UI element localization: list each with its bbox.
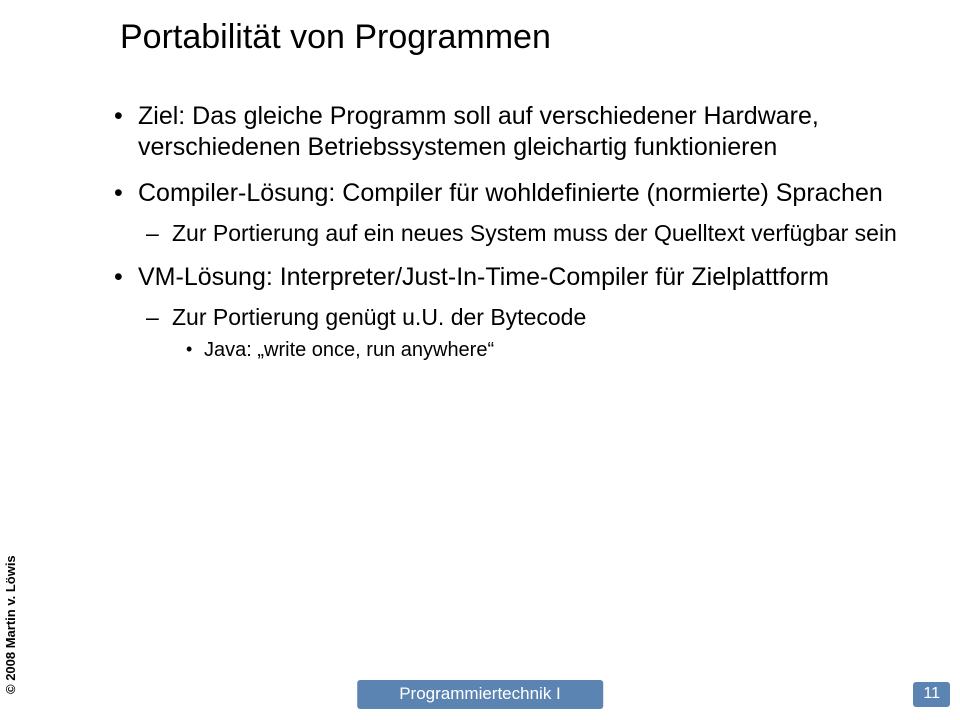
slide-title: Portabilität von Programmen [120,18,920,57]
subbullet-item: Zur Portierung genügt u.U. der Bytecode … [146,303,920,363]
footer-title: Programmiertechnik I [357,680,603,709]
copyright: © 2008 Martin v. Löwis [3,555,18,694]
slide-content: Ziel: Das gleiche Programm soll auf vers… [110,101,920,363]
subbullet-item: Zur Portierung auf ein neues System muss… [146,219,920,248]
bullet-text: Compiler-Lösung: Compiler für wohldefini… [138,179,883,207]
page-number: 11 [913,682,950,707]
slide: Portabilität von Programmen Ziel: Das gl… [0,0,960,720]
bullet-item: Ziel: Das gleiche Programm soll auf vers… [110,101,920,164]
bullet-item: Compiler-Lösung: Compiler für wohldefini… [110,178,920,248]
subbullet-list: Zur Portierung auf ein neues System muss… [138,219,920,248]
subbullet-text: Zur Portierung genügt u.U. der Bytecode [172,304,586,330]
bullet-item: VM-Lösung: Interpreter/Just-In-Time-Comp… [110,262,920,363]
bullet-list: Ziel: Das gleiche Programm soll auf vers… [110,101,920,363]
subsubbullet-item: Java: „write once, run anywhere“ [184,338,920,363]
bullet-text: VM-Lösung: Interpreter/Just-In-Time-Comp… [138,263,829,291]
subbullet-list: Zur Portierung genügt u.U. der Bytecode … [138,303,920,363]
footer: Programmiertechnik I 11 [0,680,960,710]
subsubbullet-list: Java: „write once, run anywhere“ [172,338,920,363]
